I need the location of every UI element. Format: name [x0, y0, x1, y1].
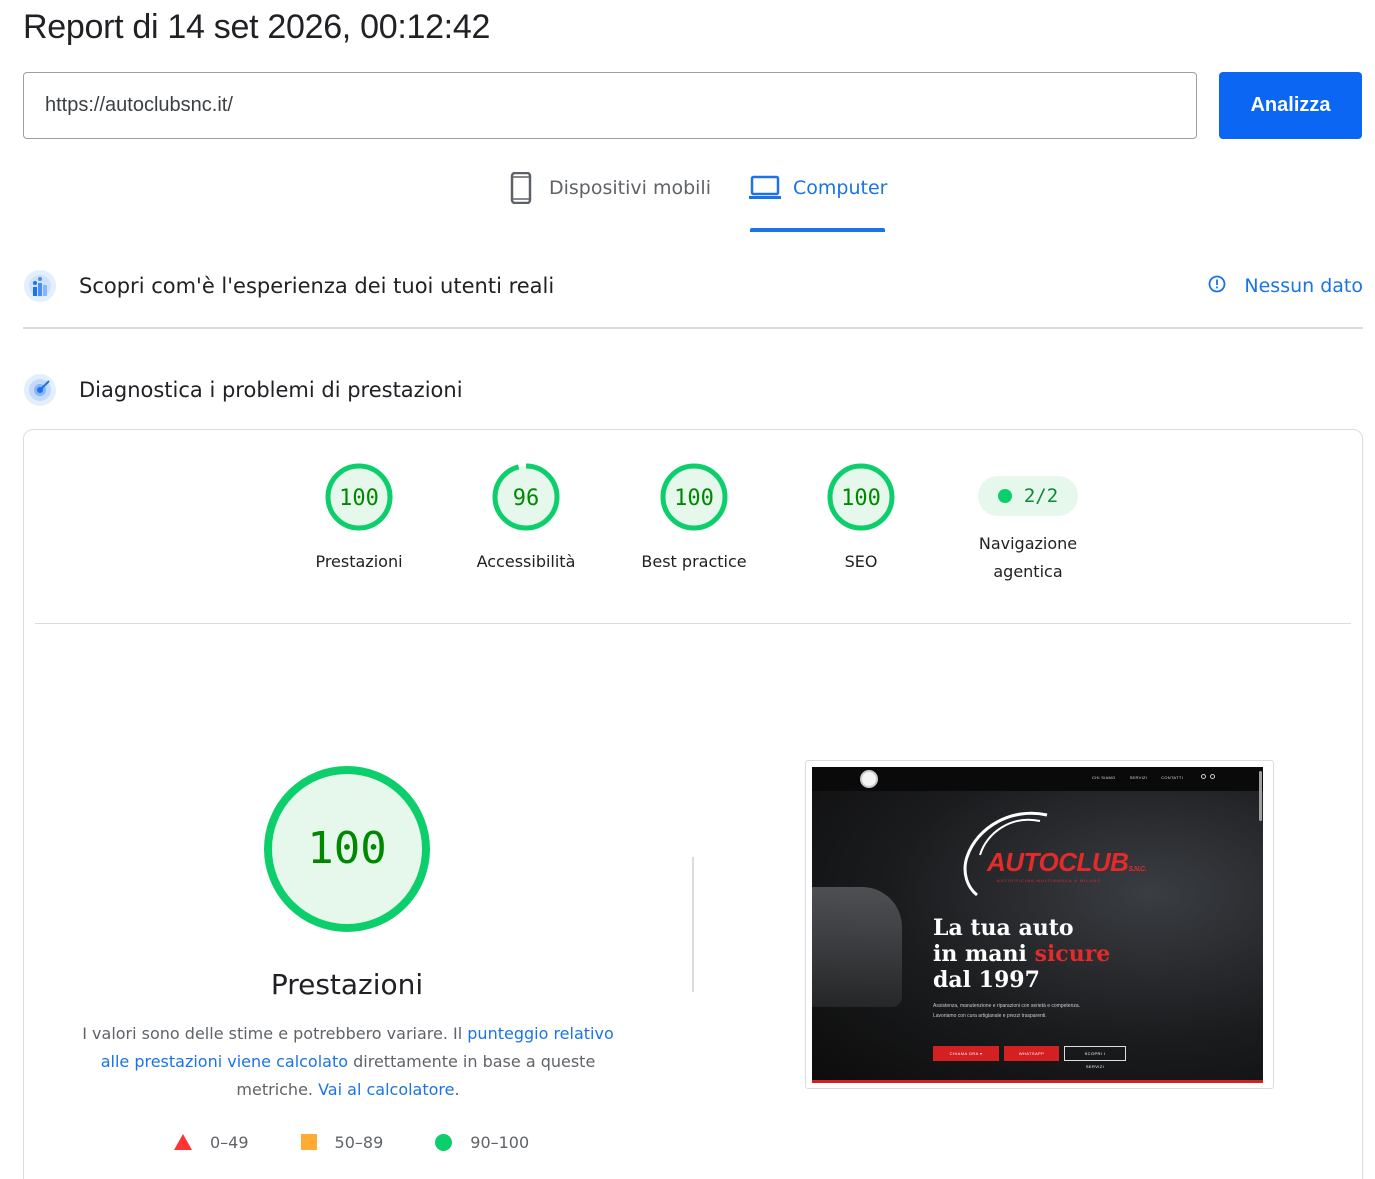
smartphone-icon — [505, 172, 537, 204]
gauges-divider — [35, 623, 1351, 624]
no-data-link[interactable]: Nessun dato — [1208, 266, 1363, 306]
site-nav-item: CONTATTI — [1161, 775, 1183, 780]
tab-mobile[interactable]: Dispositivi mobili — [505, 172, 711, 232]
category-gauges: 100 Prestazioni 96 Accessibilità 100 Bes… — [24, 462, 1364, 612]
screenshot-scrollbar — [1259, 771, 1262, 821]
instagram-icon — [1210, 774, 1215, 779]
analyze-button[interactable]: Analizza — [1219, 72, 1362, 139]
legend-average: 50–89 — [300, 1132, 384, 1152]
performance-big-gauge: 100 — [262, 764, 432, 938]
gauge-score: 100 — [339, 486, 379, 511]
radar-icon — [23, 373, 57, 407]
legend-fail: 0–49 — [174, 1133, 249, 1152]
gauge-ring: 100 — [325, 463, 393, 531]
tab-desktop-label: Computer — [793, 177, 888, 199]
diagnostics-section-title: Diagnostica i problemi di prestazioni — [79, 378, 463, 402]
site-nav-item: CHI SIAMO — [1092, 775, 1116, 780]
site-tagline: AUTOFFICINA MULTIMARCA A MILANO — [997, 878, 1102, 883]
gauge-score: 96 — [513, 486, 540, 511]
site-call-button: CHIAMA ORA ▾ — [933, 1046, 999, 1061]
gauge-label: Prestazioni — [315, 552, 403, 571]
site-services-button: SCOPRI I SERVIZI — [1064, 1046, 1126, 1069]
device-tabs: Dispositivi mobili Computer — [0, 172, 1375, 232]
performance-title: Prestazioni — [270, 968, 424, 1001]
social-icons — [1201, 774, 1215, 779]
gauge-accessibility[interactable]: 96 Accessibilità — [451, 462, 601, 576]
info-icon — [1208, 275, 1226, 298]
legend-pass-range: 90–100 — [470, 1132, 530, 1152]
calculator-link[interactable]: Vai al calcolatore — [318, 1080, 454, 1099]
performance-big-score: 100 — [307, 823, 386, 874]
desc-text-1: I valori sono delle stime e potrebbero v… — [82, 1024, 468, 1043]
crux-section-header: Scopri com'è l'esperienza dei tuoi utent… — [23, 266, 1363, 306]
tab-desktop[interactable]: Computer — [749, 172, 887, 232]
agentic-badge: 2/2 — [978, 476, 1078, 516]
tab-mobile-label: Dispositivi mobili — [549, 177, 711, 199]
vertical-separator — [692, 857, 694, 992]
diagnostics-section-header: Diagnostica i problemi di prestazioni — [23, 370, 1363, 410]
legend-pass: 90–100 — [435, 1133, 529, 1152]
agentic-label-line2: agentica — [993, 562, 1063, 581]
site-logo — [860, 770, 878, 788]
final-screenshot[interactable]: CHI SIAMO SERVIZI CONTATTI AUTOCLUBS.N.C… — [805, 760, 1274, 1089]
gauge-performance[interactable]: 100 Prestazioni — [284, 462, 434, 576]
score-legend: 0–49 50–89 90–100 — [174, 1130, 581, 1154]
facebook-icon — [1201, 774, 1206, 779]
gauge-label: Accessibilità — [476, 552, 576, 571]
crux-section-title: Scopri com'è l'esperienza dei tuoi utent… — [79, 274, 555, 298]
section-divider — [23, 327, 1363, 329]
site-whatsapp-button: WHATSAPP — [1004, 1046, 1059, 1061]
site-brand: AUTOCLUBS.N.C. — [987, 847, 1147, 877]
site-nav-item: SERVIZI — [1129, 775, 1148, 780]
site-cta-buttons: CHIAMA ORA ▾ WHATSAPP SCOPRI I SERVIZI — [933, 1046, 1126, 1069]
performance-description: I valori sono delle stime e potrebbero v… — [70, 1020, 626, 1104]
active-tab-indicator — [750, 228, 885, 232]
site-headline: La tua auto in mani sicure dal 1997 — [933, 915, 1111, 993]
agentic-label-line1: Navigazione — [978, 534, 1078, 553]
report-card: 100 Prestazioni 96 Accessibilità 100 Bes… — [23, 429, 1363, 1179]
pass-dot-icon — [997, 489, 1012, 503]
screenshot-navbar: CHI SIAMO SERVIZI CONTATTI — [812, 767, 1263, 791]
site-body-text: Assistenza, manutenzione e riparazioni c… — [933, 1003, 1081, 1019]
gauge-ring: 96 — [492, 463, 560, 531]
gauge-score: 100 — [841, 486, 881, 511]
gauge-label: SEO — [844, 552, 878, 571]
gauge-agentic-navigation[interactable]: 2/2 Navigazione agentica — [953, 462, 1103, 586]
gauge-score: 100 — [674, 486, 714, 511]
gauge-label: Navigazione agentica — [953, 530, 1103, 586]
circle-icon — [435, 1133, 453, 1151]
gauge-best-practices[interactable]: 100 Best practice — [619, 462, 769, 576]
laptop-icon — [749, 172, 781, 204]
page-screenshot: CHI SIAMO SERVIZI CONTATTI AUTOCLUBS.N.C… — [812, 767, 1263, 1083]
legend-fail-range: 0–49 — [210, 1132, 249, 1152]
square-icon — [300, 1134, 317, 1150]
agentic-value: 2/2 — [1023, 485, 1059, 507]
desc-text-3: . — [454, 1080, 460, 1099]
no-data-label: Nessun dato — [1244, 275, 1363, 297]
url-input[interactable] — [23, 72, 1197, 139]
car-photo — [812, 887, 902, 1007]
legend-average-range: 50–89 — [334, 1132, 384, 1152]
gauge-seo[interactable]: 100 SEO — [786, 462, 936, 576]
gauge-ring: 100 — [827, 463, 895, 531]
gauge-label: Best practice — [641, 552, 747, 571]
users-chart-icon — [23, 269, 57, 303]
gauge-ring: 100 — [660, 463, 728, 531]
report-title: Report di 14 set 2026, 00:12:42 — [23, 8, 491, 46]
triangle-icon — [174, 1134, 192, 1150]
